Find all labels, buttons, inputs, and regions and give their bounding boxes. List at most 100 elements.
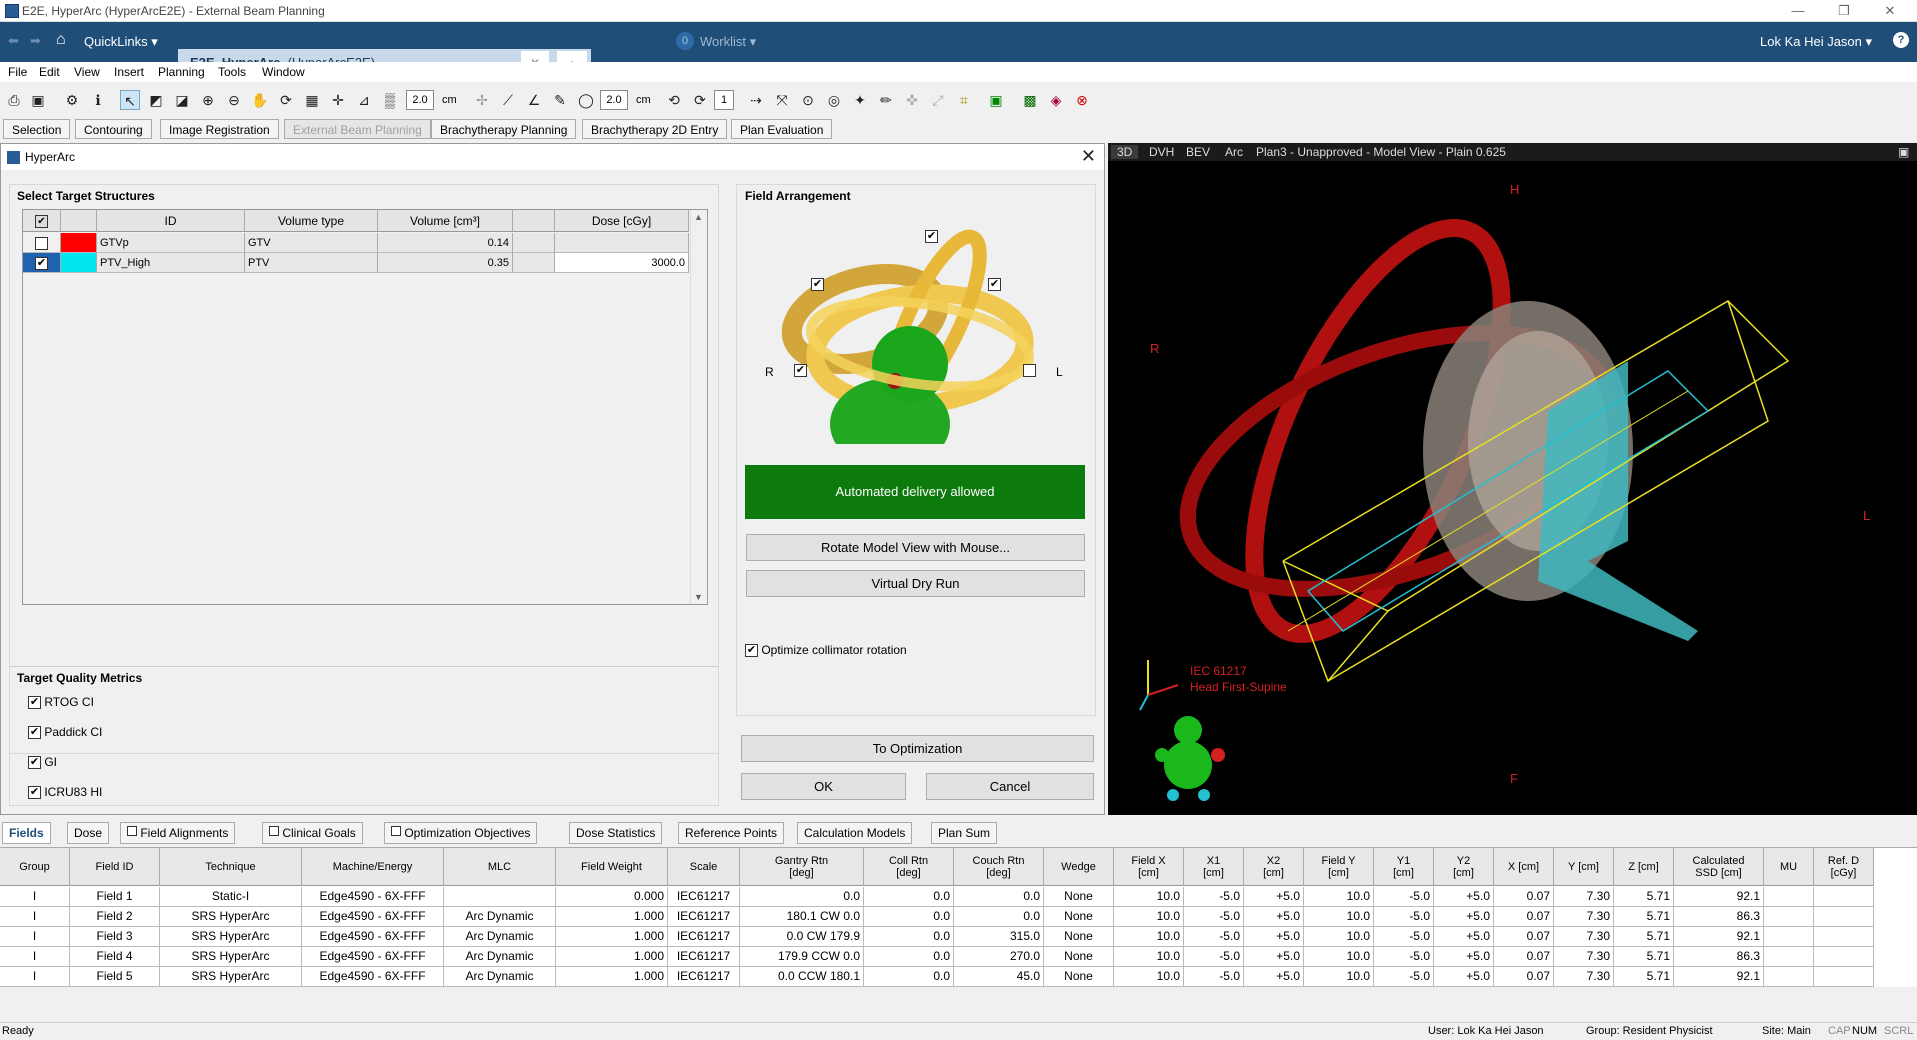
tab-reference-points[interactable]: Reference Points — [678, 822, 785, 844]
menu-window[interactable]: Window — [262, 65, 305, 79]
header-mlc[interactable]: MLC — [444, 848, 556, 886]
header-y1[interactable]: Y1 [cm] — [1374, 848, 1434, 886]
cell-group[interactable]: I — [0, 887, 70, 907]
crosshair-icon[interactable]: ✛ — [328, 90, 348, 110]
couch-icon[interactable]: ⊙ — [798, 90, 818, 110]
grid-icon[interactable]: ▒ — [380, 90, 400, 110]
gtvp-checkbox[interactable] — [35, 236, 48, 250]
arc-right-checkbox[interactable]: ✔ — [988, 278, 1001, 291]
angle-icon[interactable]: ∠ — [524, 90, 544, 110]
tab-brachytherapy-planning[interactable]: Brachytherapy Planning — [431, 119, 577, 139]
tab-calculation-models[interactable]: Calculation Models — [797, 822, 913, 844]
brush-icon[interactable]: ✎ — [550, 90, 570, 110]
pan-icon[interactable]: ✋ — [250, 90, 270, 110]
viewer-tab-dvh[interactable]: DVH — [1149, 145, 1174, 159]
menu-edit[interactable]: Edit — [39, 65, 60, 79]
metric-gi[interactable]: ✔ GI — [28, 755, 57, 770]
index-value-input[interactable]: 1 — [714, 90, 734, 110]
header-calculated-ssd[interactable]: Calculated SSD [cm] — [1674, 848, 1764, 886]
layout-icon[interactable]: ▦ — [302, 90, 322, 110]
select-all-checkbox[interactable]: ✔ — [35, 215, 48, 229]
loop-icon[interactable]: ⟳ — [690, 90, 710, 110]
gi-checkbox[interactable]: ✔ — [28, 756, 41, 770]
select-all-header[interactable]: ✔ — [23, 210, 61, 232]
header-field-y[interactable]: Field Y [cm] — [1304, 848, 1374, 886]
menu-planning[interactable]: Planning — [158, 65, 205, 79]
header-gantry-rtn[interactable]: Gantry Rtn [deg] — [740, 848, 864, 886]
back-icon[interactable]: ⬅ — [8, 33, 19, 49]
header-z-cm[interactable]: Z [cm] — [1614, 848, 1674, 886]
cell-group[interactable]: I — [0, 967, 70, 987]
point-icon[interactable]: ✢ — [472, 90, 492, 110]
calculator-icon[interactable]: ⌗ — [954, 90, 974, 110]
quicklinks-menu[interactable]: QuickLinks ▾ — [84, 34, 158, 50]
header-group[interactable]: Group — [0, 848, 70, 886]
tab-contouring[interactable]: Contouring — [75, 119, 152, 139]
viewer-tab-3d[interactable]: 3D — [1111, 145, 1139, 159]
tab-dose-statistics[interactable]: Dose Statistics — [569, 822, 663, 844]
arc-top-checkbox[interactable]: ✔ — [925, 230, 938, 243]
forward-icon[interactable]: ➡ — [30, 33, 41, 49]
line-tool-icon[interactable]: ⟋ — [498, 90, 518, 110]
help-icon[interactable]: ? — [1893, 32, 1909, 48]
zoom-value-input[interactable]: 2.0 — [406, 90, 434, 110]
header-mu[interactable]: MU — [1764, 848, 1814, 886]
scale-icon[interactable]: ⤢ — [928, 90, 948, 110]
header-x1[interactable]: X1 [cm] — [1184, 848, 1244, 886]
tab-optimization-objectives[interactable]: Optimization Objectives — [384, 822, 538, 844]
home-icon[interactable]: ⌂ — [56, 31, 66, 49]
cell-group[interactable]: I — [0, 947, 70, 967]
row-checkbox[interactable] — [23, 233, 61, 253]
model-view-3d[interactable]: 3D DVH BEV Arc Plan3 - Unapproved - Mode… — [1108, 143, 1917, 815]
close-icon[interactable]: ✕ — [1867, 0, 1913, 22]
menu-tools[interactable]: Tools — [218, 65, 246, 79]
cancel-button[interactable]: Cancel — [926, 773, 1094, 800]
header-wedge[interactable]: Wedge — [1044, 848, 1114, 886]
header-x2[interactable]: X2 [cm] — [1244, 848, 1304, 886]
dose-header[interactable]: Dose [cGy] — [555, 210, 689, 232]
menu-insert[interactable]: Insert — [114, 65, 144, 79]
scroll-up-icon[interactable]: ▲ — [694, 212, 703, 222]
header-machine-energy[interactable]: Machine/Energy — [302, 848, 444, 886]
tab-external-beam-planning[interactable]: External Beam Planning — [284, 119, 431, 139]
tab-dose[interactable]: Dose — [67, 822, 110, 844]
edit-beam-icon[interactable]: ⤧ — [772, 90, 792, 110]
paddick-ci-checkbox[interactable]: ✔ — [28, 726, 41, 740]
metric-paddick-ci[interactable]: ✔ Paddick CI — [28, 725, 102, 740]
ptv-high-checkbox[interactable]: ✔ — [35, 256, 48, 270]
restore-icon[interactable]: ❐ — [1821, 0, 1867, 22]
arc-left-checkbox[interactable]: ✔ — [811, 278, 824, 291]
header-field-id[interactable]: Field ID — [70, 848, 160, 886]
header-scale[interactable]: Scale — [668, 848, 740, 886]
menu-view[interactable]: View — [74, 65, 100, 79]
scroll-down-icon[interactable]: ▼ — [694, 592, 703, 602]
sync-icon[interactable]: ⟲ — [664, 90, 684, 110]
optimization-objectives-checkbox[interactable] — [391, 826, 401, 836]
table-scrollbar[interactable]: ▲ ▼ — [690, 210, 707, 604]
arc-r-checkbox[interactable]: ✔ — [794, 364, 807, 377]
metric-rtog-ci[interactable]: ✔ RTOG CI — [28, 695, 94, 710]
maximize-view-icon[interactable]: ▣ — [1898, 145, 1909, 159]
target-icon[interactable]: ⊗ — [1072, 90, 1092, 110]
header-technique[interactable]: Technique — [160, 848, 302, 886]
isocenter-icon[interactable]: ◎ — [824, 90, 844, 110]
circle-icon[interactable]: ◯ — [576, 90, 596, 110]
header-y2[interactable]: Y2 [cm] — [1434, 848, 1494, 886]
dist-value-input[interactable]: 2.0 — [600, 90, 628, 110]
header-field-x[interactable]: Field X [cm] — [1114, 848, 1184, 886]
dose-value[interactable] — [555, 233, 689, 253]
rotate-icon[interactable]: ⟳ — [276, 90, 296, 110]
icru83-hi-checkbox[interactable]: ✔ — [28, 786, 41, 800]
rtog-ci-checkbox[interactable]: ✔ — [28, 696, 41, 710]
cell-group[interactable]: I — [0, 907, 70, 927]
volume-type-header[interactable]: Volume type — [245, 210, 378, 232]
viewer-tab-arc[interactable]: Arc — [1225, 145, 1243, 159]
dialog-close-icon[interactable]: ✕ — [1081, 146, 1096, 167]
wand-icon[interactable]: ✦ — [850, 90, 870, 110]
to-optimization-button[interactable]: To Optimization — [741, 735, 1094, 762]
move-icon[interactable]: ✜ — [902, 90, 922, 110]
save-all-icon[interactable]: ▣ — [28, 90, 48, 110]
user-menu[interactable]: Lok Ka Hei Jason ▾ — [1760, 34, 1872, 50]
tab-clinical-goals[interactable]: Clinical Goals — [262, 822, 363, 844]
dose-value[interactable]: 3000.0 — [555, 253, 689, 273]
